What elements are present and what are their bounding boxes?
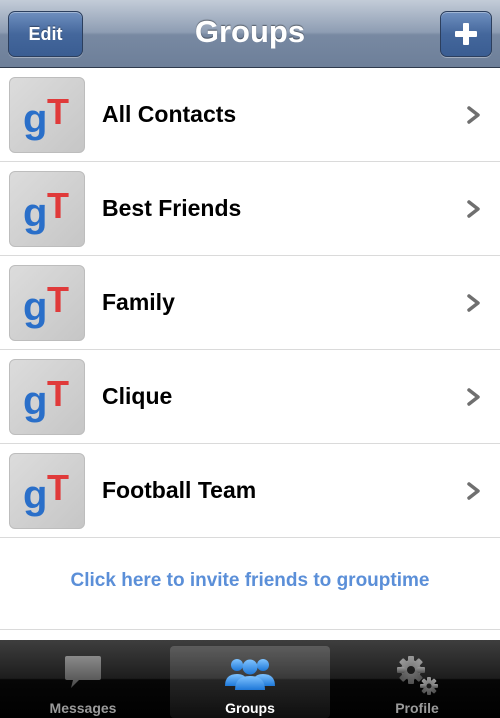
chevron-right-icon (467, 482, 480, 500)
group-name: Clique (102, 383, 173, 409)
tab-profile[interactable]: Profile (334, 646, 500, 718)
group-row-clique[interactable]: g T Clique (0, 350, 500, 444)
speech-bubble-icon (65, 656, 101, 688)
group-name: Best Friends (102, 195, 242, 221)
grouptime-logo-icon: g T (9, 77, 85, 153)
group-row-family[interactable]: g T Family (0, 256, 500, 350)
svg-text:T: T (47, 279, 69, 320)
plus-icon (455, 23, 477, 45)
chevron-right-icon (467, 106, 480, 124)
tab-messages[interactable]: Messages (0, 646, 166, 718)
group-row-all-contacts[interactable]: g T All Contacts (0, 68, 500, 162)
group-list: g T All Contacts g T Best Friends g T Fa… (0, 68, 500, 538)
grouptime-logo-icon: g T (9, 171, 85, 247)
svg-text:T: T (47, 91, 69, 132)
add-group-button[interactable] (440, 11, 492, 57)
svg-text:T: T (47, 373, 69, 414)
svg-text:g: g (23, 191, 47, 235)
navigation-bar: Edit Groups (0, 0, 500, 68)
chevron-right-icon (467, 388, 480, 406)
grouptime-logo-icon: g T (9, 359, 85, 435)
chevron-right-icon (467, 200, 480, 218)
svg-text:g: g (23, 379, 47, 423)
group-name: All Contacts (102, 101, 237, 127)
svg-text:g: g (23, 285, 47, 329)
grouptime-logo-icon: g T (9, 265, 85, 341)
tab-label: Groups (225, 700, 275, 716)
svg-text:T: T (47, 185, 69, 226)
invite-row: Click here to invite friends to grouptim… (0, 538, 500, 630)
group-name: Football Team (102, 477, 257, 503)
svg-text:g: g (23, 473, 47, 517)
tab-label: Profile (395, 700, 439, 716)
grouptime-logo-icon: g T (9, 453, 85, 529)
svg-text:g: g (23, 97, 47, 141)
invite-friends-link[interactable]: Click here to invite friends to grouptim… (71, 570, 430, 592)
group-name: Family (102, 289, 175, 315)
tab-groups[interactable]: Groups (170, 646, 330, 718)
tab-bar: Messages Groups Profile (0, 640, 500, 718)
group-row-best-friends[interactable]: g T Best Friends (0, 162, 500, 256)
people-icon (225, 659, 275, 690)
chevron-right-icon (467, 294, 480, 312)
tab-label: Messages (49, 700, 117, 716)
gears-icon (397, 656, 438, 695)
page-title: Groups (194, 14, 306, 49)
group-row-football-team[interactable]: g T Football Team (0, 444, 500, 538)
svg-text:T: T (47, 467, 69, 508)
